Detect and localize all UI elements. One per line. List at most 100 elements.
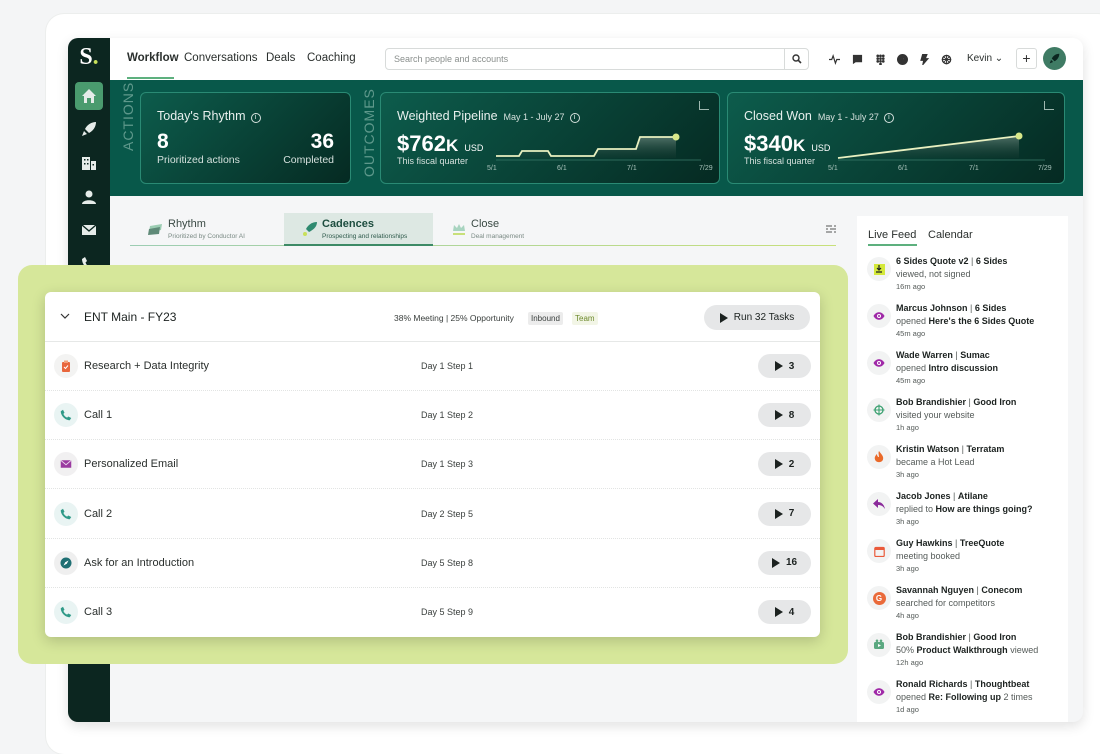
step-name[interactable]: Call 2 (84, 508, 112, 520)
feed-who[interactable]: 6 Sides Quote v2 (896, 256, 969, 266)
tab-conversations[interactable]: Conversations (184, 52, 258, 64)
tab-deals[interactable]: Deals (266, 52, 295, 64)
feed-time: 45m ago (896, 329, 926, 338)
tab-coaching[interactable]: Coaching (307, 52, 356, 64)
lightning-icon[interactable] (917, 52, 931, 66)
info-icon[interactable]: i (250, 113, 261, 123)
cadence-title[interactable]: ENT Main - FY23 (84, 310, 176, 324)
cadence-step-row[interactable]: Ask for an Introduction Day 5 Step 8 16 (45, 539, 820, 588)
feed-who[interactable]: Jacob Jones (896, 491, 951, 501)
feed-org[interactable]: Good Iron (973, 397, 1016, 407)
step-day: Day 2 Step 5 (421, 508, 474, 519)
settings-wheel-icon[interactable] (939, 52, 953, 66)
step-name[interactable]: Personalized Email (84, 458, 178, 470)
search-button[interactable] (784, 49, 808, 69)
feed-item[interactable]: Wade Warren | Sumac opened Intro discussi… (867, 349, 1067, 393)
run-step-button[interactable]: 4 (758, 600, 811, 624)
feed-org[interactable]: 6 Sides (975, 303, 1007, 313)
feed-org[interactable]: 6 Sides (976, 256, 1008, 266)
subtab-cadences[interactable]: Cadences Prospecting and relationships (284, 213, 433, 246)
rhythm-icon (148, 224, 162, 235)
feed-item[interactable]: Ronald Richards | Thoughtbeat opened Re: … (867, 678, 1067, 722)
chart-icon[interactable] (699, 101, 709, 110)
chart-icon[interactable] (1044, 101, 1054, 110)
run-step-button[interactable]: 16 (758, 550, 811, 575)
feed-org[interactable]: Sumac (960, 350, 990, 360)
feed-org[interactable]: TreeQuote (960, 538, 1005, 548)
sidebar-item-email[interactable] (75, 216, 103, 244)
dialpad-icon[interactable] (873, 52, 887, 66)
info-icon[interactable]: i (883, 113, 894, 123)
feed-item[interactable]: G Savannah Nguyen | Conecom searched for c… (867, 584, 1067, 628)
add-button[interactable]: + (1016, 48, 1037, 69)
logo[interactable]: S. (68, 44, 110, 71)
closed-won-card[interactable]: Closed Won May 1 - July 27 i $340K USD Thi… (727, 92, 1065, 184)
sidebar-item-home[interactable] (75, 82, 103, 110)
feed-time: 3h ago (896, 470, 919, 479)
tab-calendar[interactable]: Calendar (928, 229, 973, 241)
feed-org[interactable]: Thoughtbeat (975, 679, 1030, 689)
feed-org[interactable]: Good Iron (973, 632, 1016, 642)
feed-org[interactable]: Conecom (981, 585, 1022, 595)
cadence-step-row[interactable]: Call 1 Day 1 Step 2 8 (45, 391, 820, 441)
feed-who[interactable]: Bob Brandishier (896, 397, 966, 407)
cadence-step-row[interactable]: Call 2 Day 2 Step 5 7 (45, 490, 820, 539)
activity-icon[interactable] (827, 52, 841, 66)
user-menu[interactable]: Kevin ⌄ (967, 53, 1003, 64)
chevron-down-icon[interactable] (60, 311, 70, 321)
feed-who[interactable]: Bob Brandishier (896, 632, 966, 642)
feed-who[interactable]: Ronald Richards (896, 679, 968, 689)
completed-count: 36 (310, 130, 334, 153)
sidebar-item-accounts[interactable] (75, 149, 103, 177)
feed-item[interactable]: Jacob Jones | Atilane replied to How are … (867, 490, 1067, 534)
weighted-pipeline-card[interactable]: Weighted Pipeline May 1 - July 27 i $762K … (380, 92, 720, 184)
help-icon[interactable]: ? (895, 52, 909, 66)
tab-live-feed[interactable]: Live Feed (868, 229, 916, 241)
feed-item[interactable]: Bob Brandishier | Good Iron 50% Product W… (867, 631, 1067, 675)
subtab-rhythm[interactable]: Rhythm Prioritized by Conductor AI (130, 213, 284, 246)
info-icon[interactable]: i (569, 113, 580, 123)
sidebar-item-people[interactable] (75, 183, 103, 211)
run-step-button[interactable]: 8 (758, 403, 811, 428)
tick-label: 7/1 (627, 165, 637, 172)
step-day: Day 1 Step 3 (421, 459, 474, 470)
step-name[interactable]: Call 1 (84, 409, 112, 421)
person-icon (82, 190, 96, 204)
feed-who[interactable]: Guy Hawkins (896, 538, 953, 548)
step-name[interactable]: Ask for an Introduction (84, 557, 194, 569)
feed-who[interactable]: Kristin Watson (896, 444, 959, 454)
pipeline-title: Weighted Pipeline May 1 - July 27 i (397, 109, 580, 123)
metrics-banner: ACTIONS Today's Rhythm i 8 Prioritized ac… (110, 80, 1083, 196)
play-icon (774, 459, 783, 470)
feed-who[interactable]: Savannah Nguyen (896, 585, 974, 595)
feed-item[interactable]: Bob Brandishier | Good Iron visited your … (867, 396, 1067, 440)
avatar[interactable] (1043, 47, 1066, 70)
feed-time: 12h ago (896, 658, 924, 667)
feed-who[interactable]: Marcus Johnson (896, 303, 968, 313)
cadence-step-row[interactable]: Call 3 Day 5 Step 9 4 (45, 588, 820, 637)
tab-workflow[interactable]: Workflow (127, 52, 179, 64)
search-input[interactable]: Search people and accounts (385, 48, 809, 70)
filter-settings-icon[interactable] (826, 224, 836, 234)
feed-org[interactable]: Terratam (967, 444, 1005, 454)
download-icon (867, 257, 891, 281)
feed-item[interactable]: Kristin Watson | Terratam became a Hot Le… (867, 443, 1067, 487)
feed-item[interactable]: Guy Hawkins | TreeQuote meeting booked 3h … (867, 537, 1067, 581)
feed-org[interactable]: Atilane (958, 491, 988, 501)
rhythm-card[interactable]: Today's Rhythm i 8 Prioritized actions 36… (140, 92, 351, 184)
sidebar-item-cadences[interactable] (75, 115, 103, 143)
step-name[interactable]: Call 3 (84, 606, 112, 618)
run-step-button[interactable]: 2 (758, 452, 811, 477)
google-icon: G (867, 586, 891, 610)
run-step-button[interactable]: 3 (758, 354, 811, 378)
run-tasks-button[interactable]: Run 32 Tasks (704, 305, 810, 330)
feed-item[interactable]: Marcus Johnson | 6 Sides opened Here's th… (867, 302, 1067, 346)
run-step-button[interactable]: 7 (758, 501, 811, 526)
step-name[interactable]: Research + Data Integrity (84, 360, 209, 372)
cadence-step-row[interactable]: Research + Data Integrity Day 1 Step 1 3 (45, 342, 820, 391)
feed-item[interactable]: 6 Sides Quote v2 | 6 Sides viewed, not si… (867, 255, 1067, 299)
cadence-step-row[interactable]: Personalized Email Day 1 Step 3 2 (45, 440, 820, 490)
subtab-close[interactable]: Close Deal management (433, 213, 583, 246)
feed-who[interactable]: Wade Warren (896, 350, 953, 360)
chat-icon[interactable] (850, 52, 864, 66)
